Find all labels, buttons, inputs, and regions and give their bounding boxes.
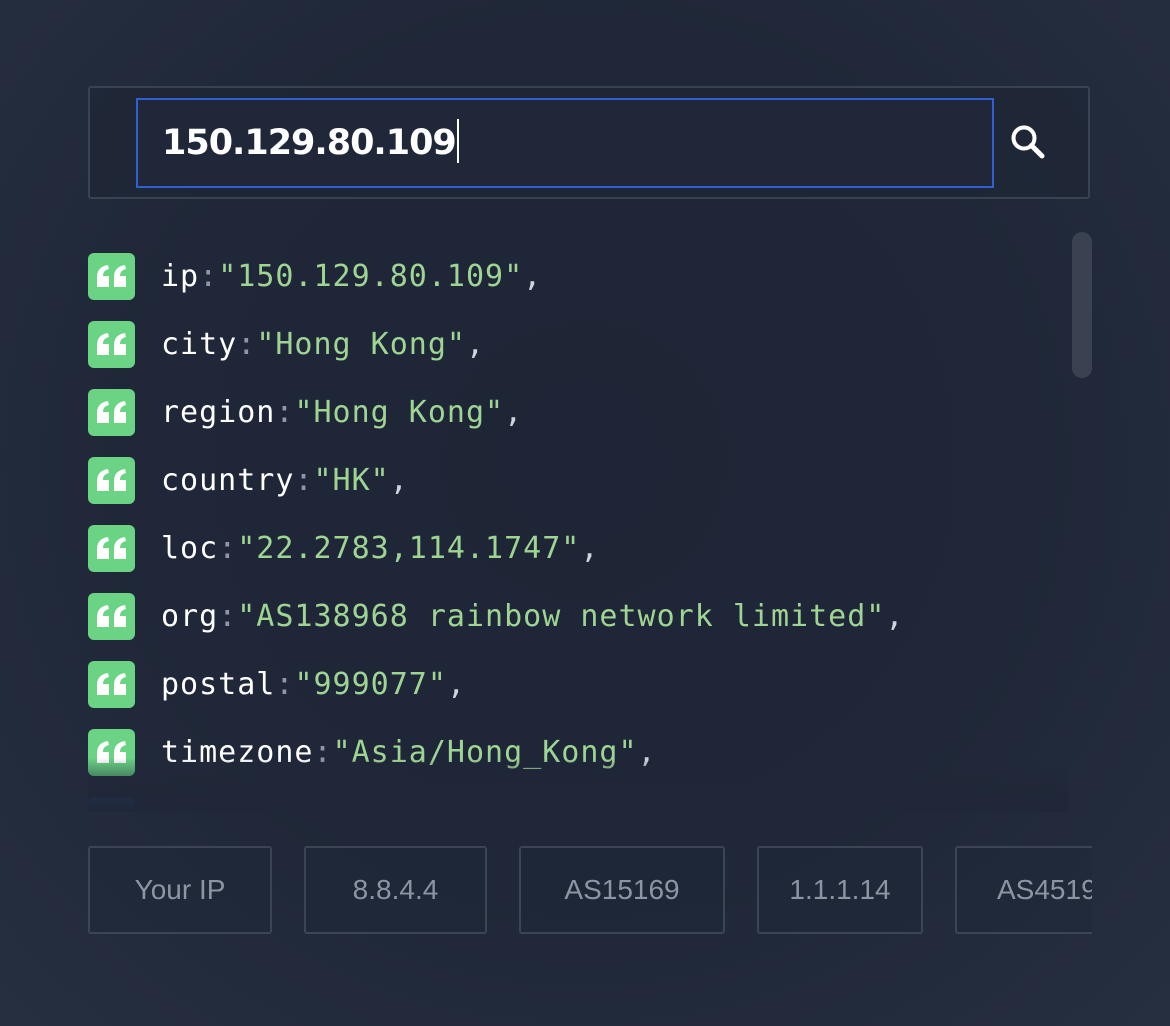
result-key: loc (161, 530, 219, 566)
result-colon: : (218, 530, 238, 566)
result-row-text: org:"AS138968 rainbow network limited", (161, 599, 904, 634)
search-icon (1011, 125, 1045, 159)
result-row-partial (88, 796, 135, 812)
json-result-panel: ip:"150.129.80.109", city:"Hong Kong", r… (88, 236, 1090, 812)
search-box: 150.129.80.109 (88, 86, 1090, 199)
result-row-ip: ip:"150.129.80.109", (88, 252, 542, 300)
result-key: region (161, 394, 276, 430)
quote-icon (88, 728, 135, 776)
result-comma: , (523, 258, 543, 294)
result-comma: , (504, 394, 524, 430)
result-row-timezone: timezone:"Asia/Hong_Kong", (88, 728, 657, 776)
search-input-value: 150.129.80.109 (162, 123, 457, 163)
result-comma: , (580, 530, 600, 566)
result-value: "Asia/Hong_Kong" (332, 734, 638, 770)
result-colon: : (275, 394, 295, 430)
chip-1-1-1-14[interactable]: 1.1.1.14 (757, 846, 923, 934)
result-row-country: country:"HK", (88, 456, 409, 504)
result-row-text: city:"Hong Kong", (161, 327, 485, 362)
quote-icon (88, 660, 135, 708)
quote-icon (88, 796, 135, 812)
search-input[interactable]: 150.129.80.109 (136, 98, 994, 188)
result-scrollbar[interactable] (1072, 232, 1092, 812)
result-row-loc: loc:"22.2783,114.1747", (88, 524, 599, 572)
result-row-text: country:"HK", (161, 463, 409, 498)
result-value: "999077" (294, 666, 447, 702)
result-row-text: loc:"22.2783,114.1747", (161, 531, 599, 566)
result-comma: , (446, 666, 466, 702)
result-key: org (161, 598, 219, 634)
result-value: "Hong Kong" (294, 394, 505, 430)
quote-icon (88, 320, 135, 368)
result-comma: , (637, 734, 657, 770)
result-value: "22.2783,114.1747" (237, 530, 581, 566)
result-row-text: region:"Hong Kong", (161, 395, 523, 430)
result-colon: : (218, 598, 238, 634)
search-button[interactable] (1002, 116, 1054, 168)
scrollbar-thumb[interactable] (1072, 232, 1092, 378)
result-key: ip (161, 258, 200, 294)
result-row-text: postal:"999077", (161, 667, 466, 702)
chip-as15169[interactable]: AS15169 (519, 846, 725, 934)
quote-icon (88, 592, 135, 640)
result-colon: : (313, 734, 333, 770)
result-row-text: ip:"150.129.80.109", (161, 259, 542, 294)
quote-icon (88, 388, 135, 436)
result-value: "150.129.80.109" (218, 258, 524, 294)
result-colon: : (275, 666, 295, 702)
result-colon: : (237, 326, 257, 362)
result-key: timezone (161, 734, 314, 770)
quote-icon (88, 524, 135, 572)
result-colon: : (294, 462, 314, 498)
result-comma: , (885, 598, 905, 634)
result-key: postal (161, 666, 276, 702)
chip-8-8-4-4[interactable]: 8.8.4.4 (304, 846, 487, 934)
result-comma: , (389, 462, 409, 498)
result-comma: , (466, 326, 486, 362)
result-row-city: city:"Hong Kong", (88, 320, 485, 368)
quote-icon (88, 456, 135, 504)
quote-icon (88, 252, 135, 300)
result-colon: : (199, 258, 219, 294)
chip-as4519[interactable]: AS4519 (955, 846, 1092, 934)
result-row-region: region:"Hong Kong", (88, 388, 523, 436)
result-row-postal: postal:"999077", (88, 660, 466, 708)
result-row-org: org:"AS138968 rainbow network limited", (88, 592, 904, 640)
result-value: "HK" (313, 462, 390, 498)
result-key: country (161, 462, 295, 498)
chip-your-ip[interactable]: Your IP (88, 846, 272, 934)
text-caret (456, 119, 459, 163)
example-chips: Your IP 8.8.4.4 AS15169 1.1.1.14 AS4519 (88, 846, 1092, 936)
result-key: city (161, 326, 238, 362)
result-value: "AS138968 rainbow network limited" (237, 598, 886, 634)
result-row-text: timezone:"Asia/Hong_Kong", (161, 735, 657, 770)
result-value: "Hong Kong" (256, 326, 466, 362)
